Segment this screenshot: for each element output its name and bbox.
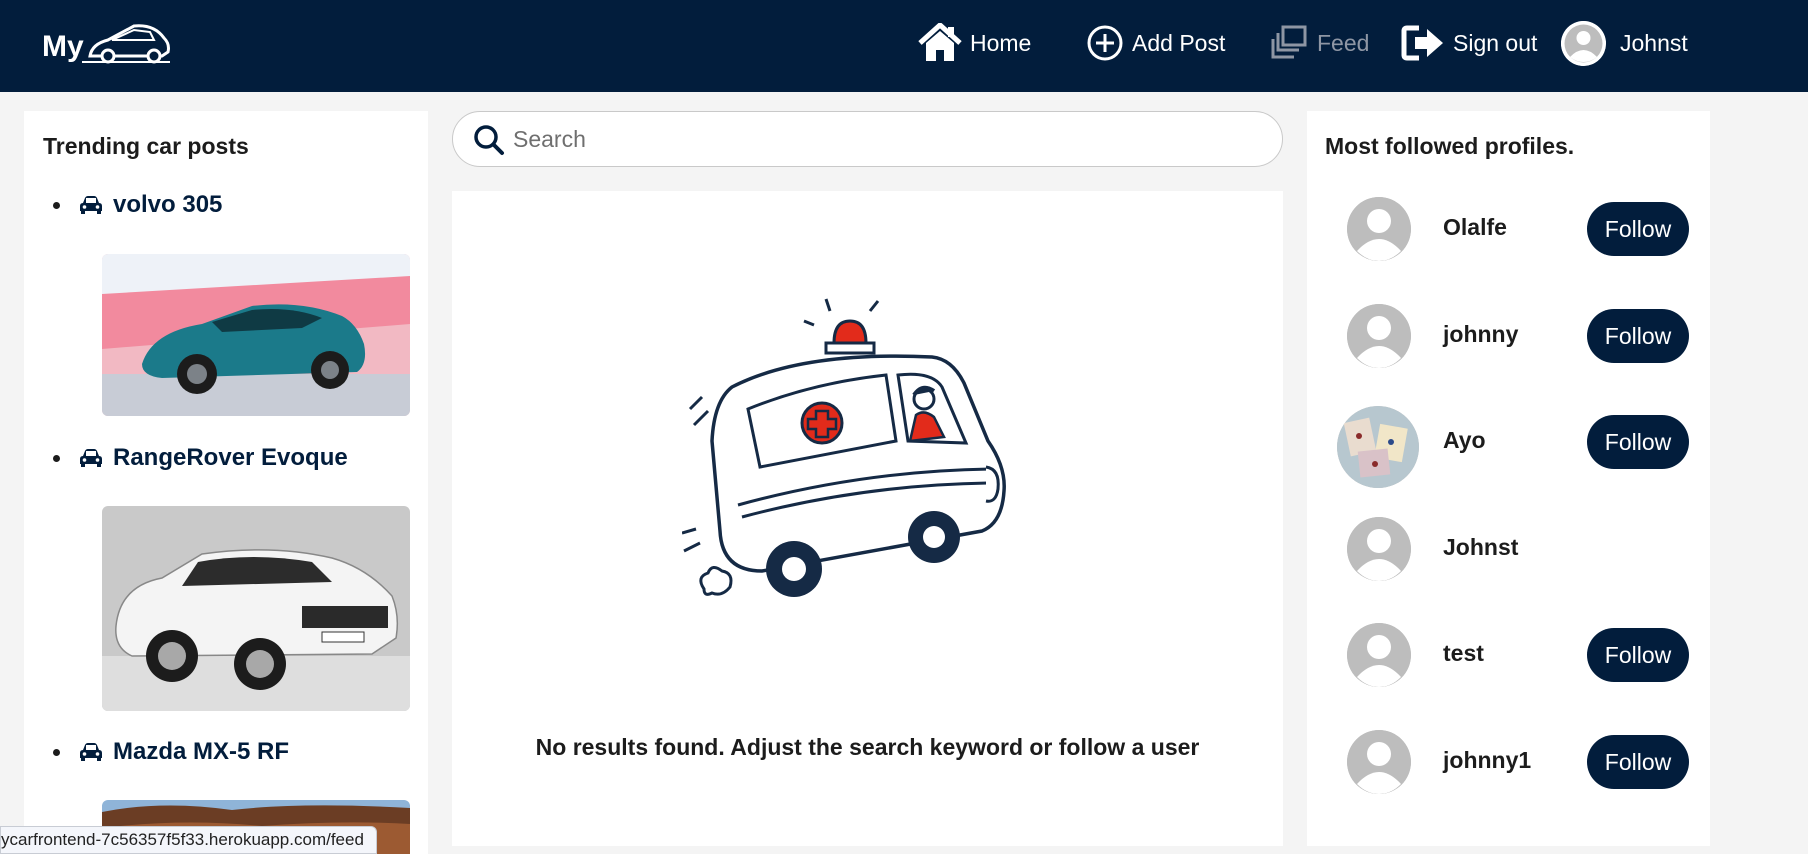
search-input[interactable] xyxy=(513,120,1253,158)
list-bullet xyxy=(53,749,60,756)
status-url: ycarfrontend-7c56357f5f33.herokuapp.com/… xyxy=(1,830,364,849)
follow-button[interactable]: Follow xyxy=(1587,415,1689,469)
profile-name[interactable]: johnny xyxy=(1443,321,1518,348)
profile-row: Olalfe Follow xyxy=(1307,197,1710,283)
profile-name[interactable]: Ayo xyxy=(1443,427,1486,454)
feed-stack-icon xyxy=(1271,25,1307,59)
nav-sign-out-link[interactable]: Sign out xyxy=(1401,20,1537,66)
default-avatar-icon xyxy=(1347,730,1411,794)
follow-button[interactable]: Follow xyxy=(1587,309,1689,363)
profile-avatar[interactable] xyxy=(1337,406,1419,488)
ambulance-illustration xyxy=(682,298,1006,597)
default-avatar-icon xyxy=(1347,517,1411,581)
nav-profile-link[interactable]: Johnst xyxy=(1561,20,1688,66)
add-circle-icon xyxy=(1087,25,1123,61)
car-icon xyxy=(80,743,102,761)
nav-feed-label: Feed xyxy=(1317,29,1370,56)
follow-button[interactable]: Follow xyxy=(1587,735,1689,789)
nav-sign-out-label: Sign out xyxy=(1453,29,1538,56)
profile-name[interactable]: Olalfe xyxy=(1443,214,1507,241)
car-icon xyxy=(80,196,102,214)
nav-add-post-link[interactable]: Add Post xyxy=(1086,20,1225,66)
search-bar[interactable] xyxy=(452,111,1283,167)
profile-avatar[interactable] xyxy=(1347,730,1411,794)
search-icon xyxy=(474,125,504,155)
profile-name[interactable]: Johnst xyxy=(1443,534,1518,561)
link-status-bar: ycarfrontend-7c56357f5f33.herokuapp.com/… xyxy=(0,826,377,854)
nav-username: Johnst xyxy=(1620,29,1688,56)
most-followed-panel: Most followed profiles. Olalfe Follow jo… xyxy=(1307,111,1710,846)
trending-item-label: Mazda MX-5 RF xyxy=(113,738,290,765)
trending-item-label: RangeRover Evoque xyxy=(113,444,348,471)
top-navbar: My Home Add Post Feed Sign out Johnst xyxy=(0,0,1808,92)
home-icon xyxy=(918,23,962,61)
profile-row: johnny Follow xyxy=(1307,304,1710,390)
default-avatar-icon xyxy=(1561,20,1606,66)
default-avatar-icon xyxy=(1347,304,1411,368)
feed-panel: No results found. Adjust the search keyw… xyxy=(452,191,1283,846)
list-bullet xyxy=(53,202,60,209)
profile-avatar[interactable] xyxy=(1347,517,1411,581)
trending-item-2[interactable]: RangeRover Evoque xyxy=(53,444,348,472)
trending-item-3[interactable]: Mazda MX-5 RF xyxy=(53,738,290,766)
trending-item-label: volvo 305 xyxy=(113,191,223,218)
profile-name[interactable]: johnny1 xyxy=(1443,747,1531,774)
user-avatar xyxy=(1561,20,1606,66)
profile-row: Johnst xyxy=(1307,517,1710,603)
nav-feed-link[interactable]: Feed xyxy=(1269,20,1369,66)
car-icon xyxy=(80,449,102,467)
profile-row: test Follow xyxy=(1307,623,1710,709)
follow-button[interactable]: Follow xyxy=(1587,202,1689,256)
nav-home-link[interactable]: Home xyxy=(918,20,1031,66)
nav-add-post-label: Add Post xyxy=(1132,29,1226,56)
trending-panel: Trending car posts volvo 305 RangeRover … xyxy=(24,111,428,854)
trending-item-1[interactable]: volvo 305 xyxy=(53,191,223,219)
profile-avatar[interactable] xyxy=(1347,304,1411,368)
profile-avatar[interactable] xyxy=(1347,197,1411,261)
default-avatar-icon xyxy=(1347,623,1411,687)
most-followed-title: Most followed profiles. xyxy=(1325,133,1575,159)
trending-title: Trending car posts xyxy=(43,133,249,159)
list-bullet xyxy=(53,455,60,462)
profile-row: Ayo Follow xyxy=(1307,406,1710,496)
trending-post-image[interactable] xyxy=(102,254,410,416)
mycar-logo[interactable]: My xyxy=(42,18,172,70)
follow-button[interactable]: Follow xyxy=(1587,628,1689,682)
photo-avatar xyxy=(1337,406,1419,488)
nav-home-label: Home xyxy=(970,29,1032,56)
sign-out-icon xyxy=(1401,25,1443,61)
white-suv-photo xyxy=(102,506,410,711)
teal-suv-photo xyxy=(102,254,410,416)
profile-avatar[interactable] xyxy=(1347,623,1411,687)
trending-post-image[interactable] xyxy=(102,506,410,711)
empty-state-message: No results found. Adjust the search keyw… xyxy=(535,734,1200,760)
profile-row: johnny1 Follow xyxy=(1307,730,1710,816)
profile-name[interactable]: test xyxy=(1443,640,1484,667)
default-avatar-icon xyxy=(1347,197,1411,261)
svg-text:My: My xyxy=(42,30,84,63)
